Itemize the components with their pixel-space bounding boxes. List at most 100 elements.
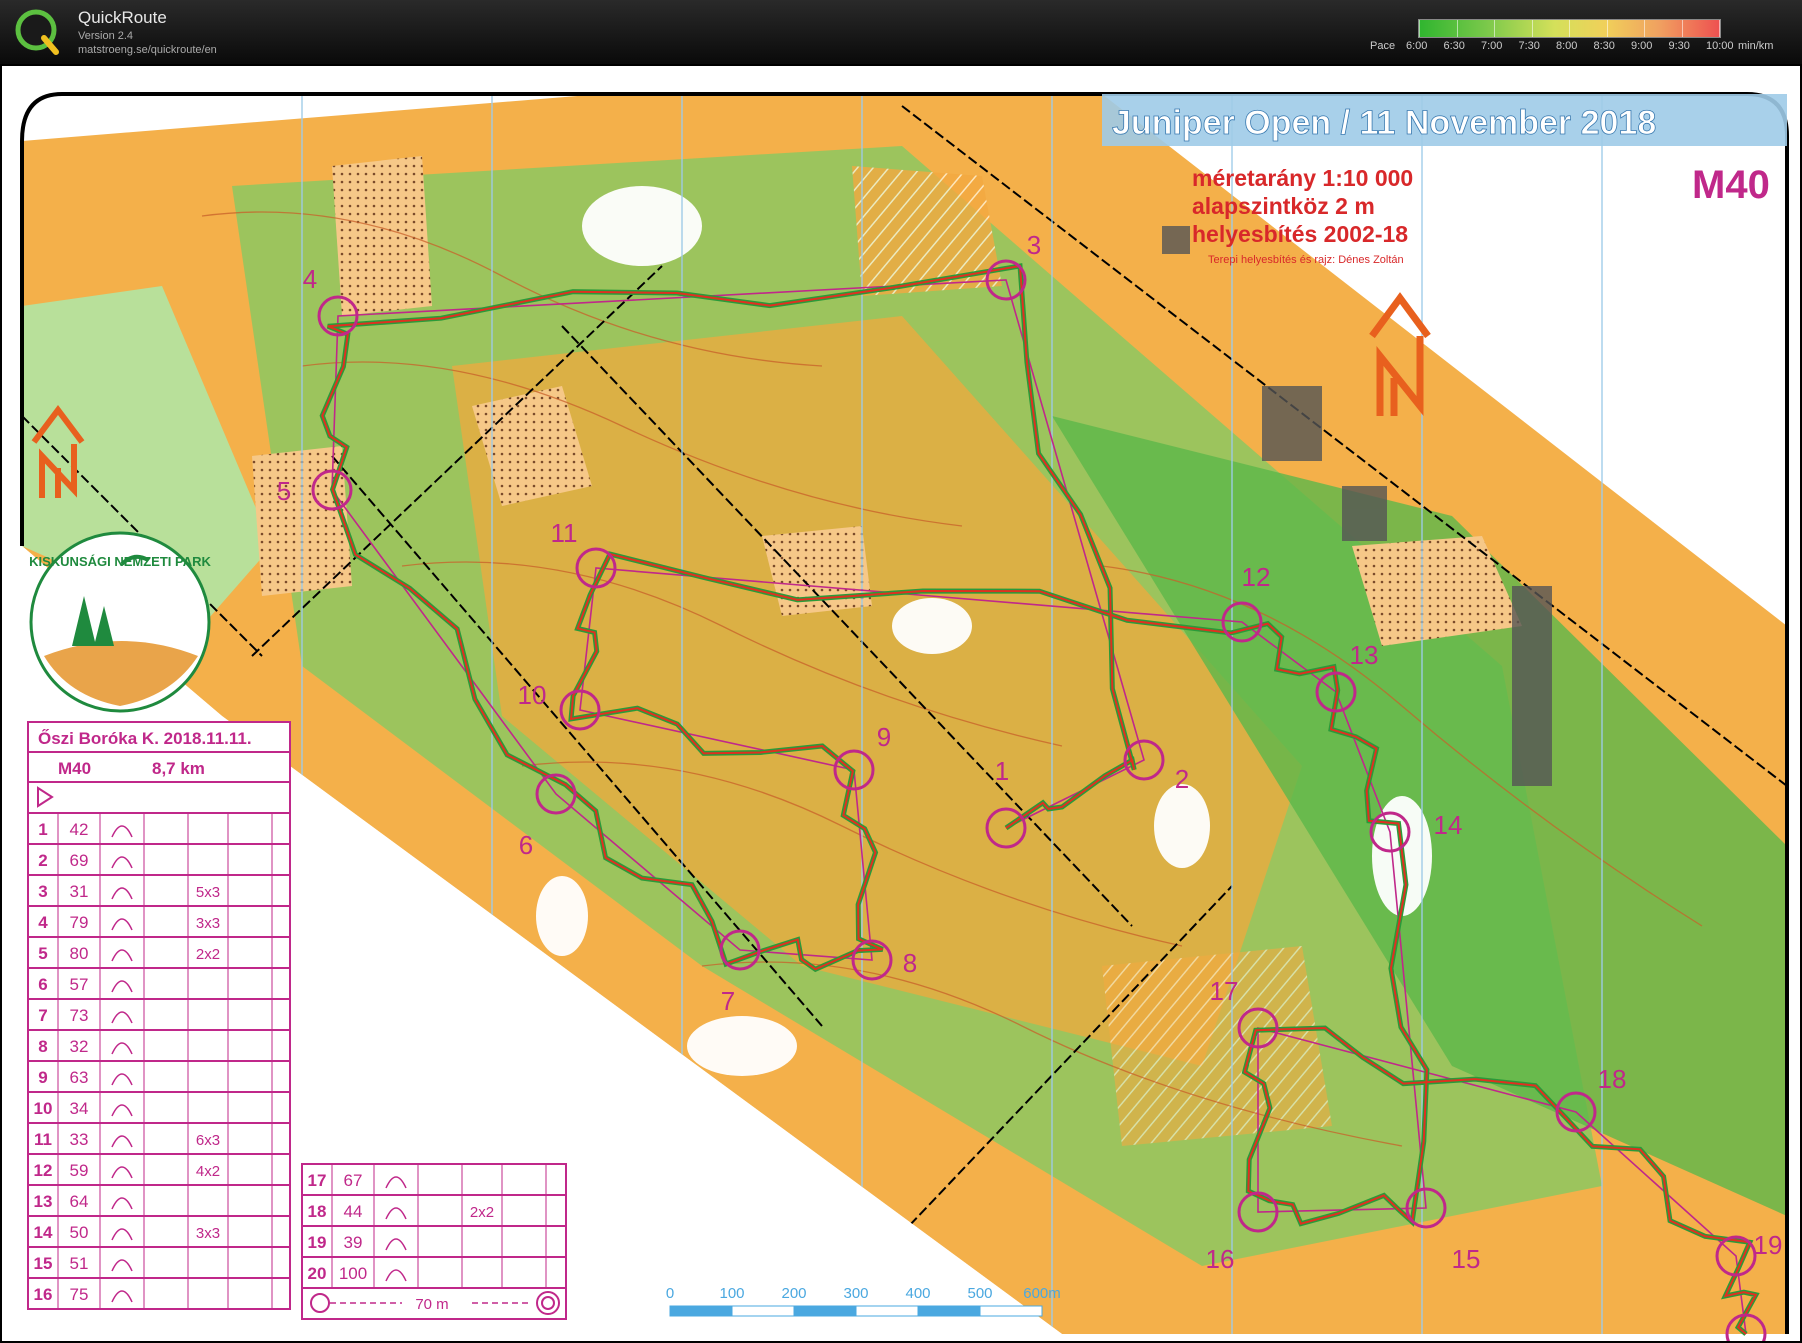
desc-control-code: 100 bbox=[339, 1264, 367, 1283]
pace-unit: min/km bbox=[1738, 40, 1774, 52]
desc-row bbox=[301, 1194, 567, 1227]
control-number-6: 6 bbox=[519, 830, 533, 860]
control-number-12: 12 bbox=[1242, 562, 1271, 592]
desc-row bbox=[27, 1122, 291, 1155]
desc-control-code: 75 bbox=[70, 1285, 89, 1304]
scale-segment bbox=[793, 1305, 857, 1317]
park-logo: KISKUNSÁGI NEMZETI PARK bbox=[29, 531, 211, 713]
desc-row bbox=[301, 1163, 567, 1196]
desc-row bbox=[27, 905, 291, 938]
desc-control-code: 73 bbox=[70, 1006, 89, 1025]
desc-row bbox=[27, 812, 291, 845]
desc-control-number: 12 bbox=[34, 1161, 53, 1180]
desc-control-number: 16 bbox=[34, 1285, 53, 1304]
control-number-14: 14 bbox=[1434, 810, 1463, 840]
pace-bar-tick bbox=[1569, 20, 1570, 37]
desc-control-number: 18 bbox=[308, 1202, 327, 1221]
desc-row bbox=[301, 1225, 567, 1258]
pace-tick-0: 6:00 bbox=[1406, 40, 1428, 52]
park-name: KISKUNSÁGI NEMZETI PARK bbox=[29, 554, 211, 569]
desc-control-number: 20 bbox=[308, 1264, 327, 1283]
desc-dimensions: 5x3 bbox=[196, 884, 220, 901]
desc-control-number: 10 bbox=[34, 1099, 53, 1118]
control-number-13: 13 bbox=[1350, 640, 1379, 670]
desc-control-number: 15 bbox=[34, 1254, 53, 1273]
control-number-5: 5 bbox=[277, 476, 291, 506]
desc-row bbox=[27, 967, 291, 1000]
pace-tick-5: 8:30 bbox=[1593, 40, 1615, 52]
desc-event-name: Őszi Boróka K. 2018.11.11. bbox=[38, 729, 252, 748]
desc-control-code: 34 bbox=[70, 1099, 89, 1118]
pace-tick-3: 7:30 bbox=[1518, 40, 1540, 52]
control-number-4: 4 bbox=[303, 264, 317, 294]
desc-control-number: 2 bbox=[38, 851, 47, 870]
pace-tick-1: 6:30 bbox=[1443, 40, 1465, 52]
desc-control-code: 33 bbox=[70, 1130, 89, 1149]
pace-label: Pace bbox=[1370, 40, 1396, 52]
map-canvas[interactable]: 1234567891011121314151617181920 KISKUNSÁ… bbox=[2, 66, 1800, 1341]
desc-control-code: 32 bbox=[70, 1037, 89, 1056]
desc-control-code: 59 bbox=[70, 1161, 89, 1180]
desc-control-code: 63 bbox=[70, 1068, 89, 1087]
desc-control-code: 57 bbox=[70, 975, 89, 994]
desc-row bbox=[27, 1246, 291, 1279]
control-number-2: 2 bbox=[1175, 764, 1189, 794]
desc-control-number: 11 bbox=[34, 1130, 52, 1149]
pace-color-bar bbox=[1418, 19, 1721, 38]
desc-control-number: 19 bbox=[308, 1233, 327, 1252]
desc-dimensions: 4x2 bbox=[196, 1163, 220, 1180]
pace-bar-tick bbox=[1719, 20, 1720, 37]
scale-bar: 0 100 200 300 400 500 600m bbox=[666, 1285, 1061, 1317]
map-credits: Terepi helyesbítés és rajz: Dénes Zoltán bbox=[1208, 254, 1404, 266]
control-number-16: 16 bbox=[1206, 1244, 1235, 1274]
app-name: QuickRoute bbox=[78, 8, 167, 27]
desc-control-number: 9 bbox=[38, 1068, 47, 1087]
control-number-8: 8 bbox=[903, 948, 917, 978]
desc-control-number: 5 bbox=[38, 944, 47, 963]
desc-row bbox=[27, 1277, 291, 1310]
control-number-17: 17 bbox=[1210, 976, 1239, 1006]
pace-bar-tick bbox=[1606, 20, 1608, 37]
app-version: Version 2.4 bbox=[78, 30, 134, 42]
desc-control-code: 51 bbox=[70, 1254, 89, 1273]
desc-dimensions: 3x3 bbox=[196, 915, 220, 932]
desc-row bbox=[27, 1184, 291, 1217]
control-number-7: 7 bbox=[721, 986, 735, 1016]
desc-control-number: 14 bbox=[34, 1223, 53, 1242]
desc-row bbox=[27, 1215, 291, 1248]
scale-label: 300 bbox=[843, 1285, 868, 1302]
desc-start-row bbox=[27, 781, 291, 814]
desc-dimensions: 6x3 bbox=[196, 1132, 220, 1149]
desc-category: M40 bbox=[58, 759, 91, 778]
quickroute-logo-icon bbox=[15, 9, 59, 55]
desc-control-number: 17 bbox=[308, 1171, 327, 1190]
desc-row bbox=[27, 1060, 291, 1093]
map-revision: helyesbítés 2002-18 bbox=[1192, 221, 1408, 247]
pace-bar-tick bbox=[1644, 20, 1645, 37]
control-description-sheet-continued: 17 67 18 44 2x2 19 39 20 100 70 m bbox=[301, 1163, 567, 1320]
scale-label: 200 bbox=[781, 1285, 806, 1302]
desc-row bbox=[27, 874, 291, 907]
desc-control-number: 3 bbox=[38, 882, 47, 901]
desc-control-number: 7 bbox=[38, 1006, 47, 1025]
desc-row bbox=[27, 998, 291, 1031]
quickroute-window: QuickRoute Version 2.4 matstroeng.se/qui… bbox=[0, 0, 1802, 1343]
desc-control-number: 8 bbox=[38, 1037, 47, 1056]
desc-control-number: 4 bbox=[38, 913, 48, 932]
pace-bar-tick bbox=[1456, 20, 1458, 37]
desc-control-code: 80 bbox=[70, 944, 89, 963]
desc-control-code: 39 bbox=[344, 1233, 363, 1252]
map-scale: méretarány 1:10 000 bbox=[1192, 165, 1413, 191]
control-number-9: 9 bbox=[877, 722, 891, 752]
desc-dimensions: 2x2 bbox=[470, 1204, 494, 1221]
control-number-1: 1 bbox=[995, 756, 1009, 786]
pace-tick-4: 8:00 bbox=[1556, 40, 1578, 52]
desc-control-code: 69 bbox=[70, 851, 89, 870]
desc-control-code: 42 bbox=[70, 820, 89, 839]
desc-control-code: 64 bbox=[70, 1192, 89, 1211]
desc-control-code: 44 bbox=[344, 1202, 363, 1221]
desc-finish-distance: 70 m bbox=[415, 1296, 448, 1313]
pace-tick-7: 9:30 bbox=[1668, 40, 1690, 52]
pace-tick-6: 9:00 bbox=[1631, 40, 1653, 52]
orienteering-map[interactable]: 1234567891011121314151617181920 KISKUNSÁ… bbox=[2, 66, 1800, 1341]
